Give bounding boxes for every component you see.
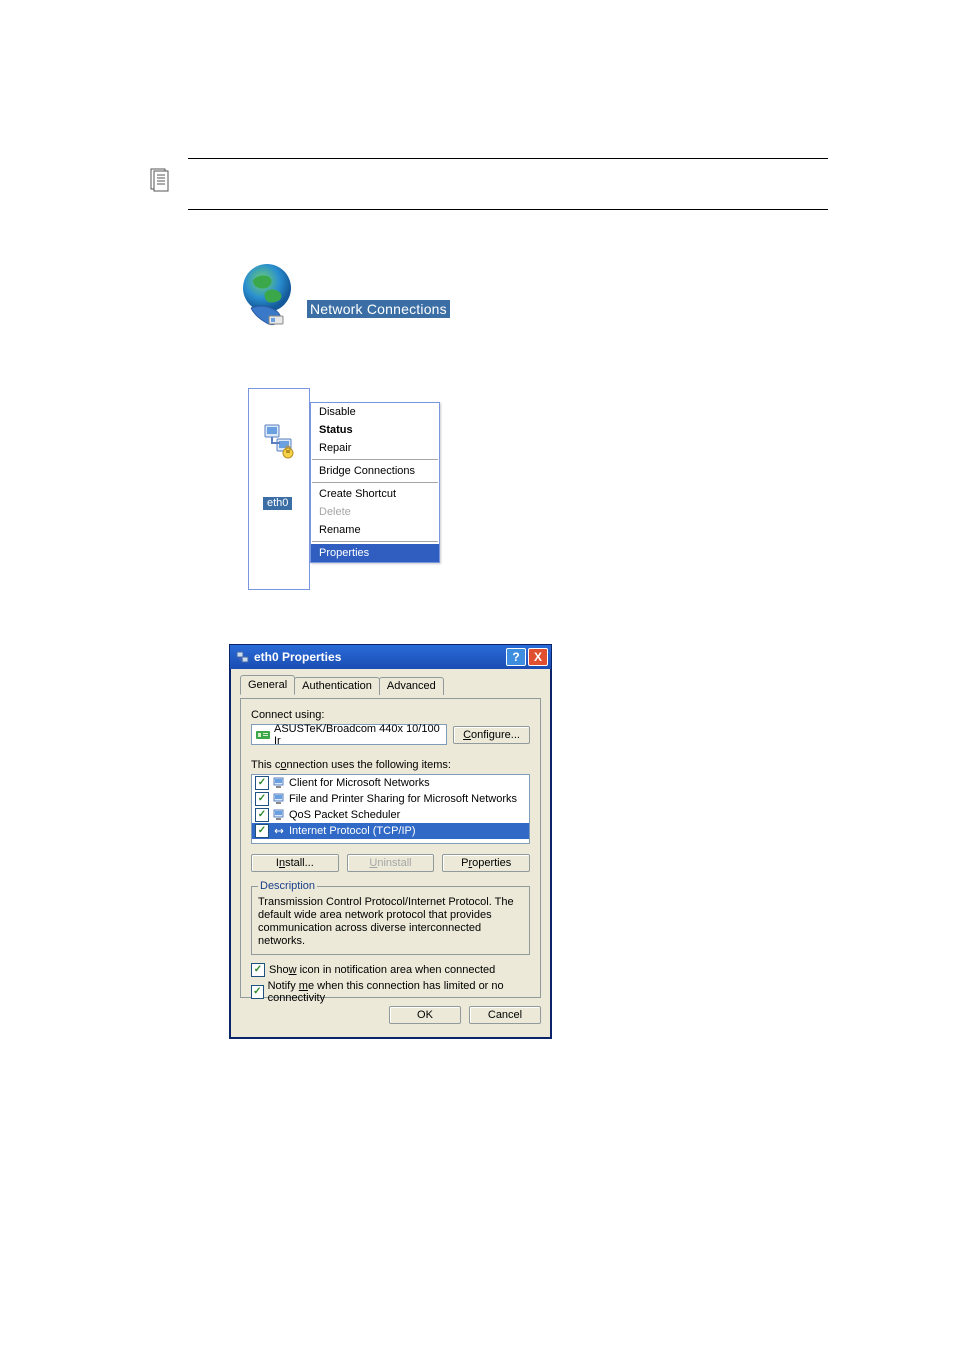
- dialog-title: eth0 Properties: [254, 650, 504, 664]
- install-button[interactable]: Install...: [251, 854, 339, 872]
- titlebar-icon: [236, 650, 250, 664]
- notify-label: Notify me when this connection has limit…: [268, 980, 530, 1004]
- connection-tile[interactable]: eth0: [248, 388, 310, 590]
- help-button[interactable]: ?: [506, 648, 526, 666]
- item-label: QoS Packet Scheduler: [289, 809, 400, 821]
- description-group: Description Transmission Control Protoco…: [251, 880, 530, 955]
- checkbox-icon[interactable]: ✓: [255, 776, 269, 790]
- adapter-name: ASUSTeK/Broadcom 440x 10/100 Ir: [274, 723, 442, 747]
- menu-repair[interactable]: Repair: [311, 439, 439, 457]
- globe-icon: [235, 260, 303, 335]
- tab-authentication[interactable]: Authentication: [294, 677, 380, 695]
- network-connections-icon-group: Network Connections: [235, 260, 495, 360]
- menu-create-shortcut[interactable]: Create Shortcut: [311, 485, 439, 503]
- checkbox-icon[interactable]: ✓: [255, 792, 269, 806]
- uninstall-button: Uninstall: [347, 854, 435, 872]
- menu-properties[interactable]: Properties: [311, 544, 439, 562]
- description-legend: Description: [258, 880, 317, 892]
- nic-icon: [256, 730, 270, 740]
- printer-icon: [272, 793, 286, 805]
- tab-advanced[interactable]: Advanced: [379, 677, 444, 695]
- checkbox-icon[interactable]: ✓: [255, 808, 269, 822]
- description-text: Transmission Control Protocol/Internet P…: [258, 896, 523, 948]
- ok-button[interactable]: OK: [389, 1006, 461, 1024]
- note-box: [188, 158, 828, 210]
- item-qos-scheduler[interactable]: ✓ QoS Packet Scheduler: [252, 807, 529, 823]
- connection-name-label: eth0: [263, 497, 292, 510]
- menu-bridge-connections[interactable]: Bridge Connections: [311, 462, 439, 480]
- properties-button[interactable]: Properties: [442, 854, 530, 872]
- configure-button[interactable]: Configure...: [453, 726, 530, 744]
- item-file-printer-sharing[interactable]: ✓ File and Printer Sharing for Microsoft…: [252, 791, 529, 807]
- connect-using-label: Connect using:: [251, 709, 530, 721]
- adapter-field[interactable]: ASUSTeK/Broadcom 440x 10/100 Ir: [251, 724, 447, 745]
- service-icon: [272, 809, 286, 821]
- show-icon-label: Show icon in notification area when conn…: [269, 964, 495, 976]
- items-label: This connection uses the following items…: [251, 759, 530, 771]
- menu-delete: Delete: [311, 503, 439, 521]
- network-connections-label: Network Connections: [307, 300, 450, 318]
- item-tcpip[interactable]: ✓ Internet Protocol (TCP/IP): [252, 823, 529, 839]
- checkbox-icon[interactable]: ✓: [255, 824, 269, 838]
- titlebar[interactable]: eth0 Properties ? X: [230, 645, 551, 669]
- show-icon-checkbox[interactable]: ✓: [251, 963, 265, 977]
- connection-icon: [263, 423, 297, 462]
- cancel-button[interactable]: Cancel: [469, 1006, 541, 1024]
- item-label: Client for Microsoft Networks: [289, 777, 430, 789]
- protocol-icon: [272, 825, 286, 837]
- client-icon: [272, 777, 286, 789]
- eth0-properties-dialog: eth0 Properties ? X GeneralAuthenticatio…: [229, 644, 552, 1039]
- menu-disable[interactable]: Disable: [311, 403, 439, 421]
- items-listbox[interactable]: ✓ Client for Microsoft Networks ✓ File a…: [251, 774, 530, 844]
- tab-panel-general: Connect using: ASUSTeK/Broadcom 440x 10/…: [240, 698, 541, 998]
- item-label: File and Printer Sharing for Microsoft N…: [289, 793, 517, 805]
- item-client-ms-networks[interactable]: ✓ Client for Microsoft Networks: [252, 775, 529, 791]
- tab-general[interactable]: General: [240, 675, 295, 695]
- note-icon: [150, 168, 170, 195]
- item-label: Internet Protocol (TCP/IP): [289, 825, 416, 837]
- context-menu: Disable Status Repair Bridge Connections…: [310, 402, 440, 563]
- menu-status[interactable]: Status: [311, 421, 439, 439]
- close-button[interactable]: X: [528, 648, 548, 666]
- notify-checkbox[interactable]: ✓: [251, 985, 264, 999]
- menu-rename[interactable]: Rename: [311, 521, 439, 539]
